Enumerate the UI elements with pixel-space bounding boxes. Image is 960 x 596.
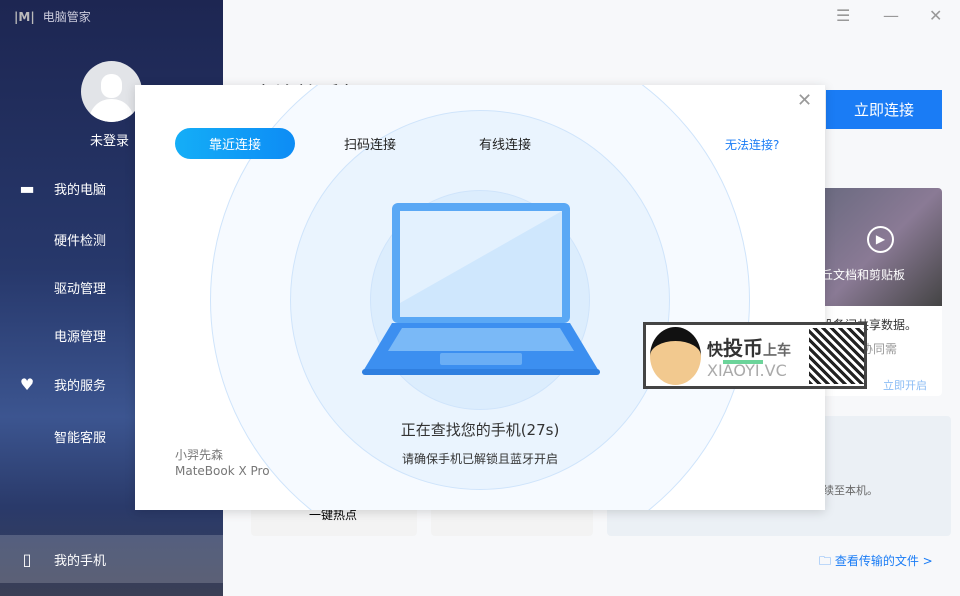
heart-icon: ♥: [19, 374, 35, 394]
laptop-illustration: [362, 203, 600, 375]
minimize-icon[interactable]: —: [883, 6, 899, 25]
watermark: 快投币上车 XIAOYI.VC: [643, 322, 867, 389]
sidebar-item-my-phone[interactable]: ▯ 我的手机: [0, 535, 223, 583]
connect-dialog: 靠近连接 扫码连接 有线连接 无法连接? ✕ 正在查找您的手机(27s) 请确保…: [135, 85, 825, 510]
tab-nearby-connect[interactable]: 靠近连接: [175, 128, 295, 159]
cannot-connect-link[interactable]: 无法连接?: [725, 136, 779, 153]
login-status[interactable]: 未登录: [90, 130, 129, 149]
view-files-link[interactable]: 🗀 查看传输的文件 >: [819, 552, 933, 573]
app-title: |M| 电脑管家: [14, 9, 91, 25]
close-window-icon[interactable]: ✕: [929, 6, 942, 25]
laptop-icon: ▬: [19, 178, 35, 198]
enable-link[interactable]: 立即开启: [883, 377, 927, 393]
device-model: MateBook X Pro: [175, 464, 270, 478]
tab-wired-connect[interactable]: 有线连接: [460, 128, 550, 159]
cartoon-avatar-icon: [650, 326, 701, 385]
avatar[interactable]: [81, 61, 142, 122]
play-icon[interactable]: ▶: [867, 226, 894, 253]
close-icon[interactable]: ✕: [797, 90, 812, 111]
connect-now-button[interactable]: 立即连接: [826, 90, 942, 129]
device-name: 小羿先森: [175, 448, 224, 462]
qr-code: [809, 327, 864, 384]
video-caption: 丘文档和剪贴板: [821, 268, 906, 282]
search-status: 正在查找您的手机(27s): [400, 421, 560, 439]
tab-qr-connect[interactable]: 扫码连接: [325, 128, 415, 159]
logo-icon: |M|: [14, 9, 35, 24]
folder-icon: 🗀: [819, 554, 832, 568]
video-thumbnail[interactable]: ▶ 丘文档和剪贴板: [821, 188, 942, 306]
menu-icon[interactable]: ☰: [836, 6, 850, 25]
phone-icon: ▯: [22, 549, 32, 569]
